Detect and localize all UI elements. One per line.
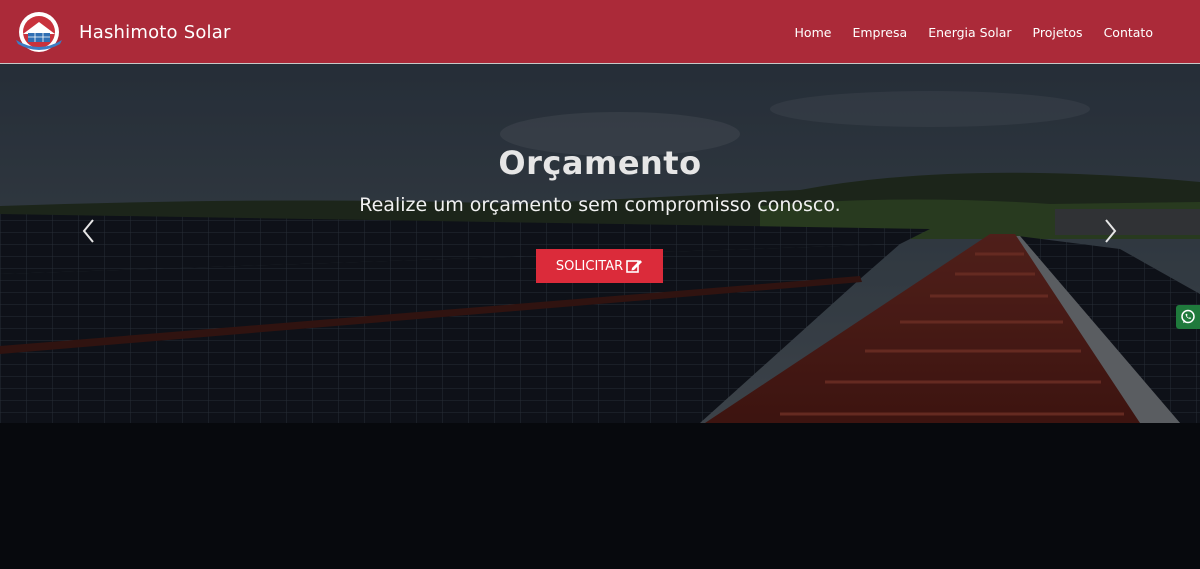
- navbar: Hashimoto Solar Home Empresa Energia Sol…: [0, 0, 1200, 64]
- hero-title: Orçamento: [498, 144, 702, 182]
- dark-footer-area: [0, 423, 1200, 569]
- brand-name: Hashimoto Solar: [79, 21, 231, 43]
- edit-icon: [626, 260, 643, 273]
- hero-carousel: Orçamento Realize um orçamento sem compr…: [0, 64, 1200, 423]
- hero-subtitle: Realize um orçamento sem compromisso con…: [359, 194, 841, 216]
- nav-item-home[interactable]: Home: [795, 25, 832, 40]
- company-logo-icon: [16, 12, 62, 52]
- brand-link[interactable]: Hashimoto Solar: [14, 10, 231, 54]
- nav-item-energia-solar[interactable]: Energia Solar: [928, 25, 1011, 40]
- chevron-left-icon[interactable]: [78, 216, 100, 246]
- solicitar-button-label: SOLICITAR: [555, 258, 624, 274]
- solicitar-button[interactable]: SOLICITAR: [536, 249, 663, 283]
- nav-item-contato[interactable]: Contato: [1104, 25, 1153, 40]
- whatsapp-button[interactable]: [1176, 305, 1200, 329]
- nav-item-projetos[interactable]: Projetos: [1033, 25, 1083, 40]
- main-nav: Home Empresa Energia Solar Projetos Cont…: [774, 0, 1153, 64]
- nav-item-empresa[interactable]: Empresa: [852, 25, 907, 40]
- whatsapp-icon: [1181, 309, 1195, 324]
- chevron-right-icon[interactable]: [1099, 216, 1121, 246]
- hero-caption: Orçamento Realize um orçamento sem compr…: [0, 64, 1200, 423]
